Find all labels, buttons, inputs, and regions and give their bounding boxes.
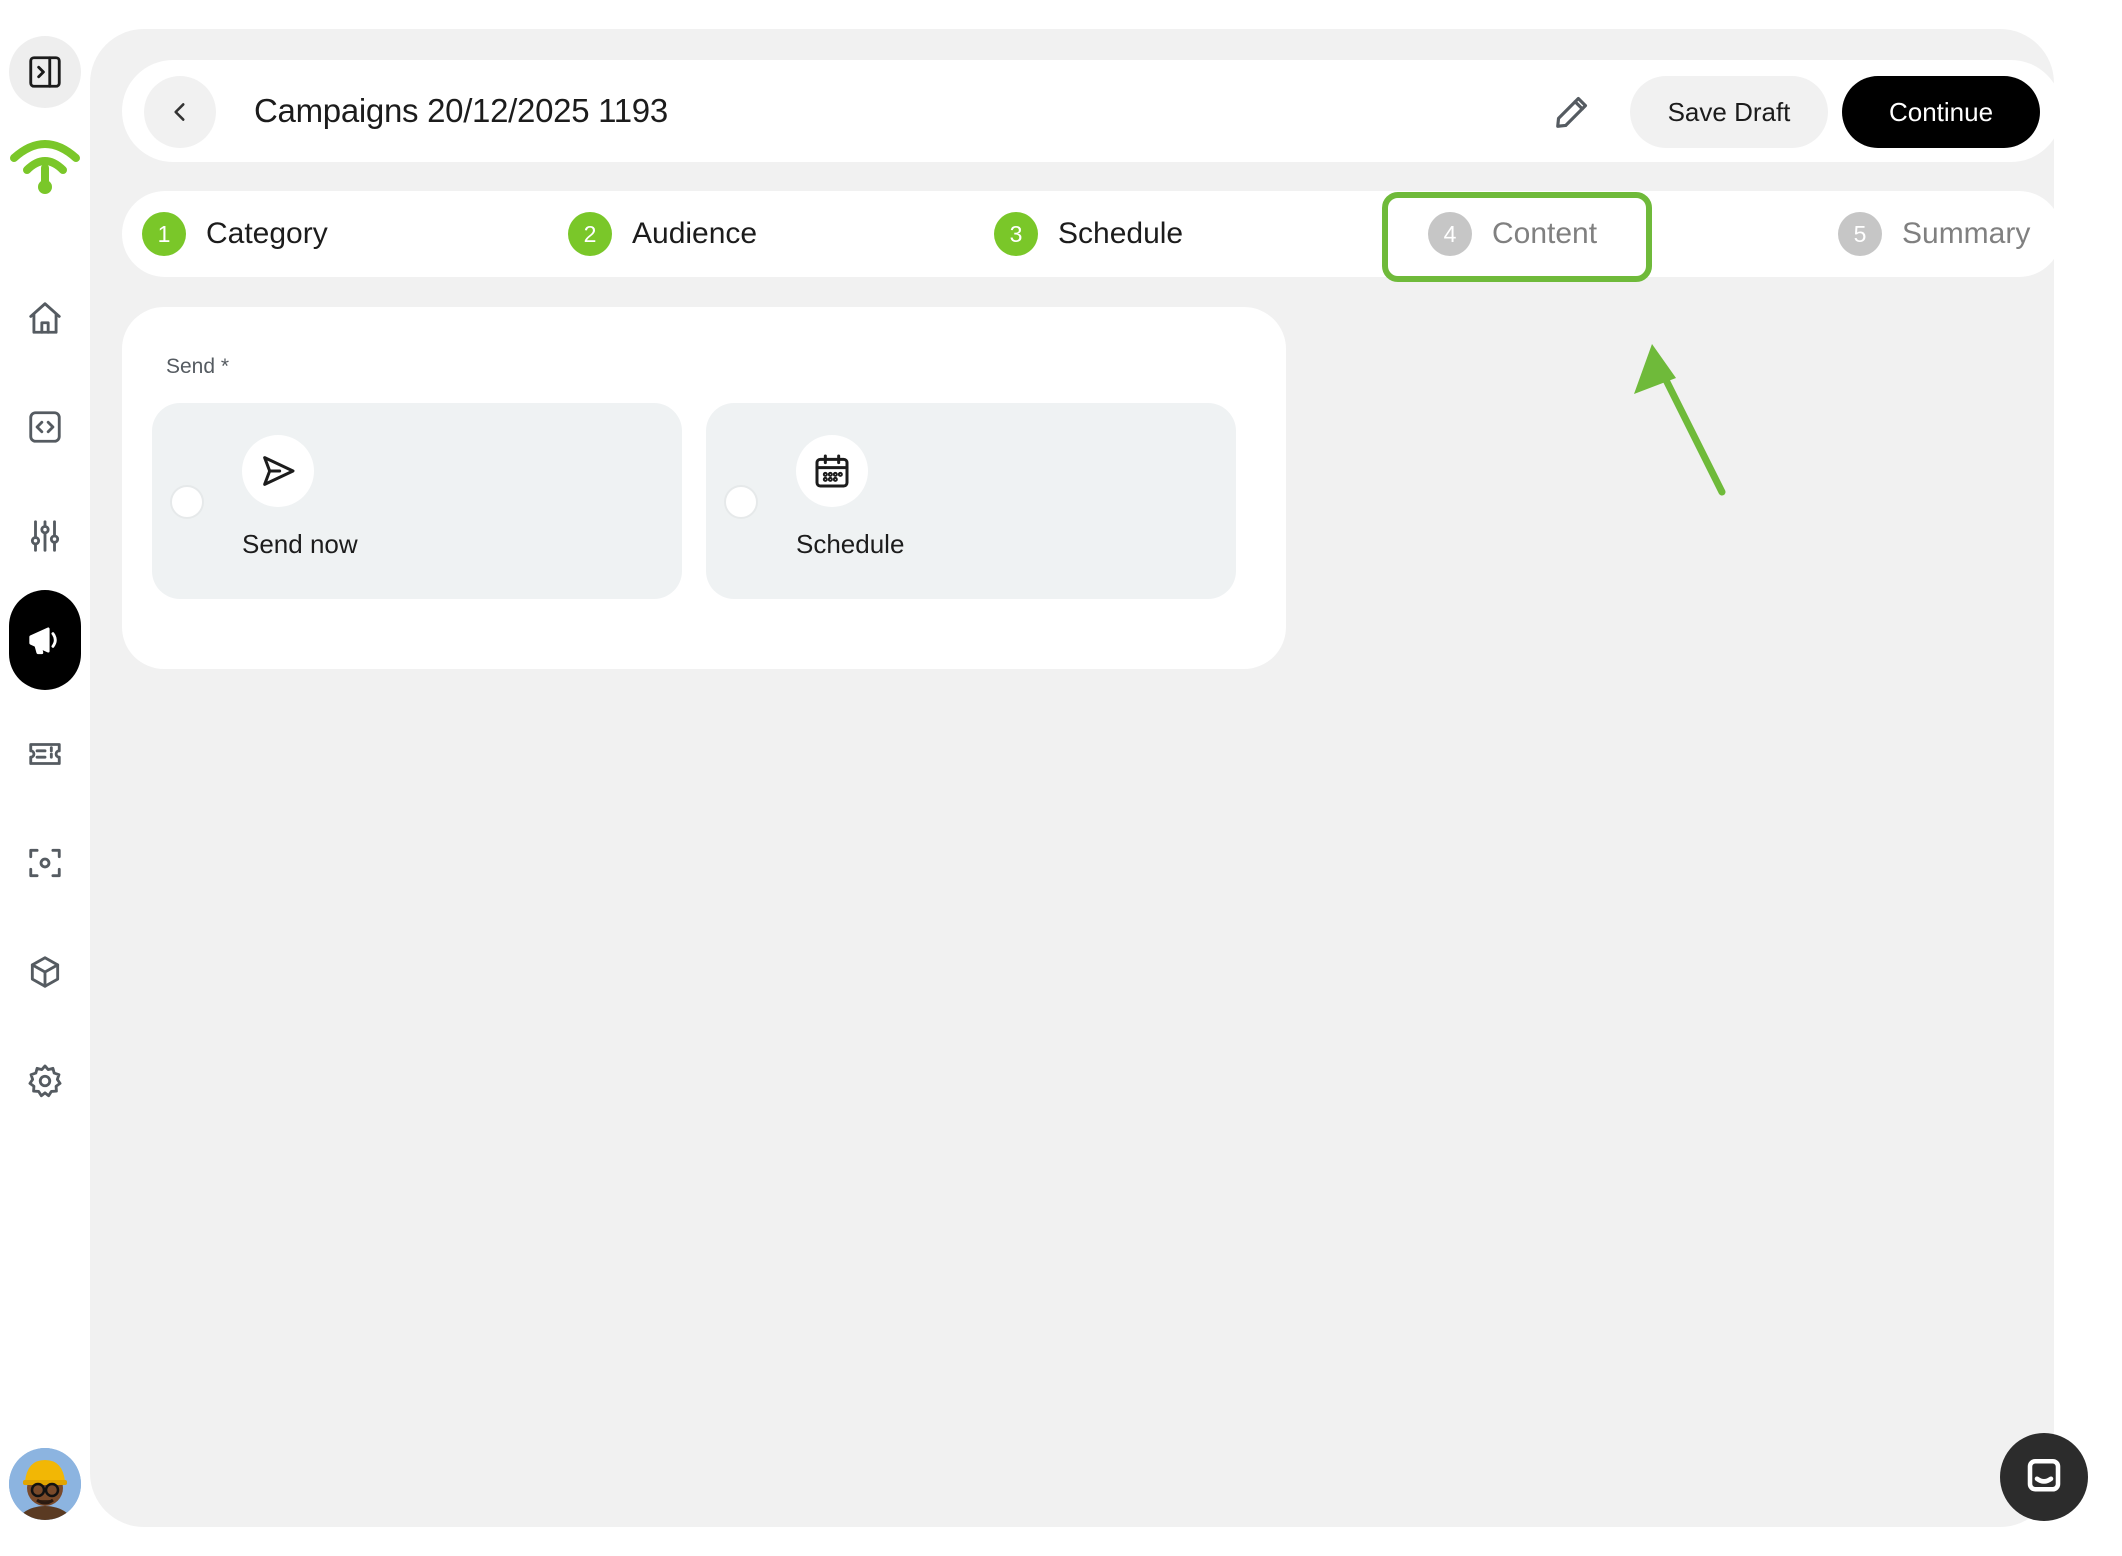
step-number: 5 bbox=[1838, 212, 1882, 256]
sidebar-item-home[interactable] bbox=[9, 282, 81, 354]
sidebar-item-settings[interactable] bbox=[9, 1045, 81, 1117]
page-title: Campaigns 20/12/2025 1193 bbox=[254, 92, 668, 129]
schedule-label: Schedule bbox=[796, 529, 905, 559]
campaign-header: Campaigns 20/12/2025 1193 Save Draft Con… bbox=[122, 60, 2062, 162]
gear-icon bbox=[28, 1064, 62, 1098]
sliders-icon bbox=[30, 520, 60, 552]
sidebar-item-integrations[interactable] bbox=[9, 391, 81, 463]
step-label: Audience bbox=[632, 217, 758, 250]
send-now-radio[interactable] bbox=[170, 485, 204, 519]
step-number: 3 bbox=[994, 212, 1038, 256]
box-icon bbox=[30, 956, 60, 988]
sidebar-item-scan[interactable] bbox=[9, 827, 81, 899]
sidebar-item-products[interactable] bbox=[9, 936, 81, 1008]
send-now-option[interactable]: Send now bbox=[152, 403, 682, 599]
chevron-left-icon bbox=[174, 103, 185, 121]
send-icon bbox=[242, 435, 314, 507]
edit-title-button[interactable] bbox=[1550, 90, 1594, 134]
sidebar-item-coupons[interactable] bbox=[9, 718, 81, 790]
sidebar bbox=[0, 0, 90, 1556]
schedule-option[interactable]: Schedule bbox=[706, 403, 1236, 599]
send-now-label: Send now bbox=[242, 529, 358, 559]
megaphone-icon bbox=[29, 627, 57, 655]
scan-icon bbox=[29, 848, 61, 878]
home-icon bbox=[29, 302, 61, 334]
annotation-arrow bbox=[1634, 344, 1726, 496]
user-avatar[interactable] bbox=[9, 1448, 81, 1520]
chat-support-button[interactable] bbox=[2000, 1433, 2088, 1521]
brand-logo bbox=[8, 132, 82, 196]
send-card: Send * Send now Schedule bbox=[122, 307, 1286, 669]
ticket-icon bbox=[29, 743, 61, 765]
pencil-icon bbox=[1556, 96, 1588, 128]
sidebar-item-filters[interactable] bbox=[9, 500, 81, 572]
app-root: Campaigns 20/12/2025 1193 Save Draft Con… bbox=[0, 0, 2122, 1556]
step-audience[interactable]: 2 Audience bbox=[568, 211, 757, 257]
chat-icon bbox=[2027, 1458, 2061, 1492]
step-number: 1 bbox=[142, 212, 186, 256]
sidebar-toggle-icon bbox=[29, 56, 61, 88]
step-label: Schedule bbox=[1058, 217, 1184, 250]
step-label: Category bbox=[206, 217, 328, 250]
step-category[interactable]: 1 Category bbox=[142, 211, 328, 257]
main-panel: Campaigns 20/12/2025 1193 Save Draft Con… bbox=[90, 29, 2062, 1527]
continue-button[interactable]: Continue bbox=[1842, 76, 2040, 148]
sidebar-item-campaigns[interactable] bbox=[9, 590, 81, 690]
step-number: 2 bbox=[568, 212, 612, 256]
step-schedule[interactable]: 3 Schedule bbox=[994, 211, 1183, 257]
back-button[interactable] bbox=[144, 76, 216, 148]
step-progress: 1 Category 2 Audience 3 Schedule 4 Conte… bbox=[122, 191, 2062, 277]
step-summary[interactable]: 5 Summary bbox=[1838, 211, 2030, 257]
schedule-radio[interactable] bbox=[724, 485, 758, 519]
calendar-icon bbox=[796, 435, 868, 507]
step-label: Summary bbox=[1902, 217, 2031, 250]
sidebar-toggle-button[interactable] bbox=[9, 36, 81, 108]
content-step-highlight bbox=[1382, 192, 1652, 282]
send-field-label: Send * bbox=[166, 355, 230, 378]
code-icon bbox=[29, 411, 61, 443]
save-draft-button[interactable]: Save Draft bbox=[1630, 76, 1828, 148]
